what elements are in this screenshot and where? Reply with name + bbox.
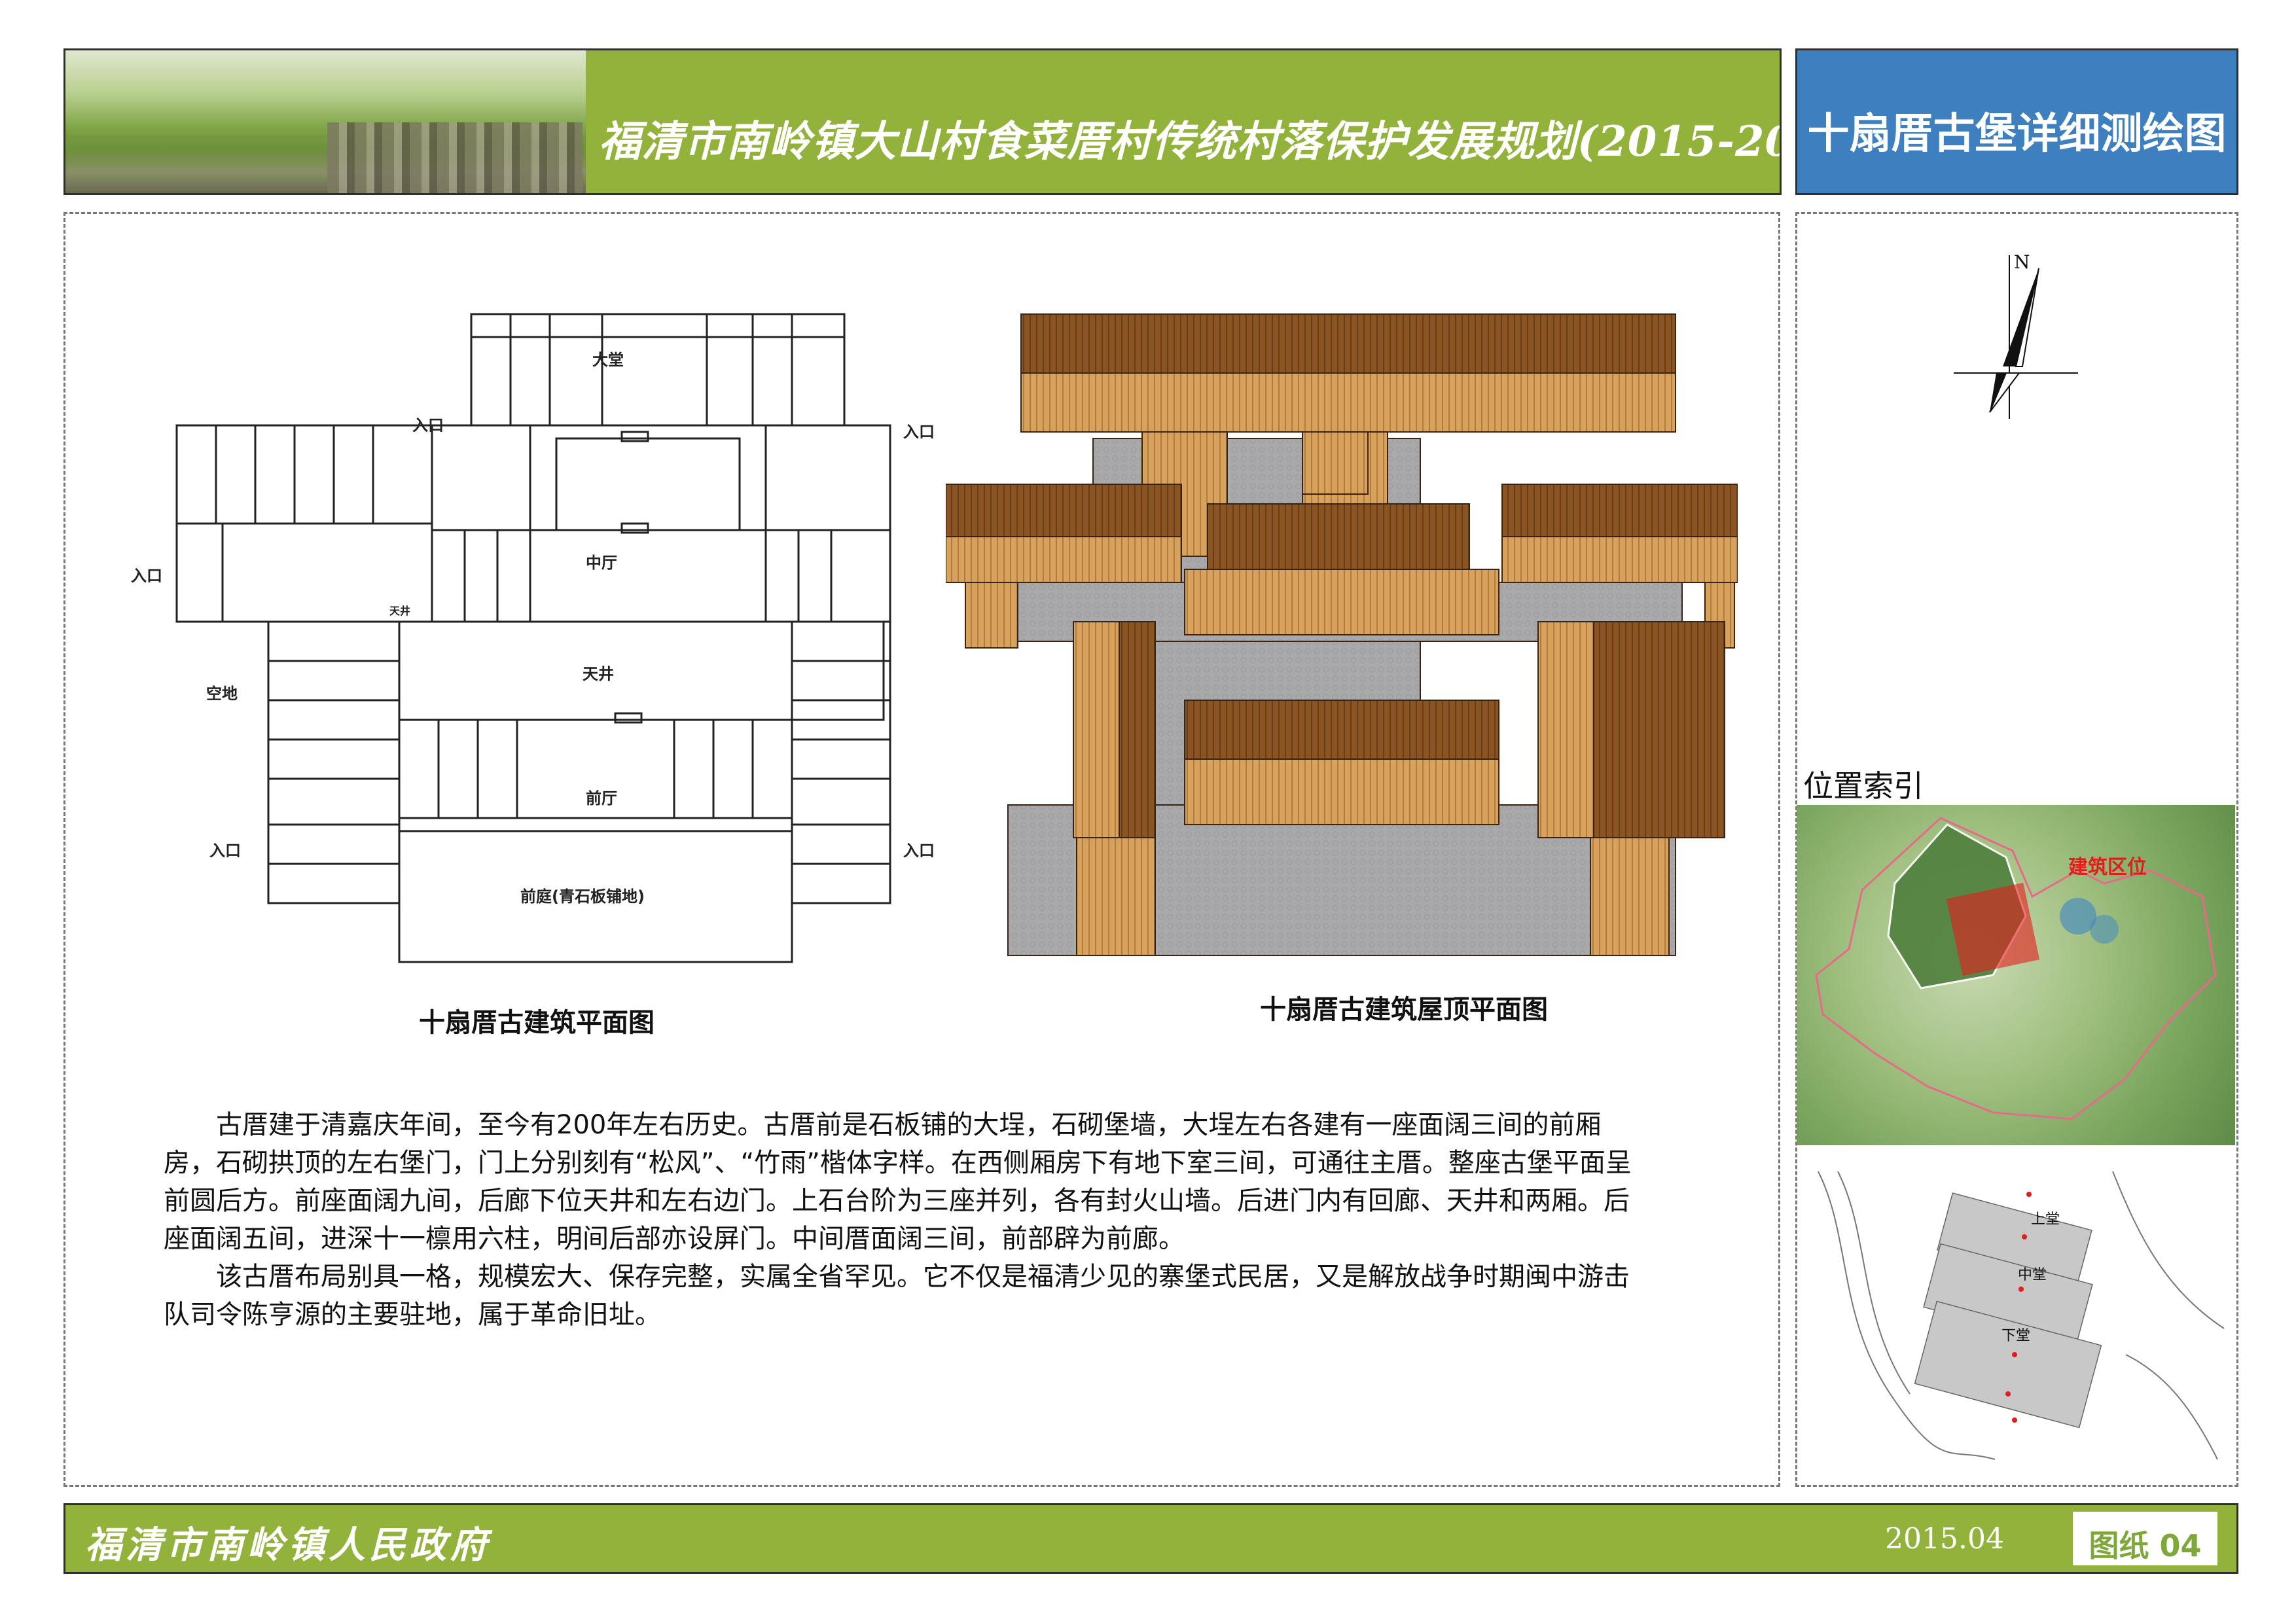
sheet-number: 图纸 04 bbox=[2089, 1528, 2202, 1563]
page-title: 福清市南岭镇大山村食菜厝村传统村落保护发展规划(2015-2030) bbox=[599, 117, 1782, 166]
label-entrance: 入口 bbox=[131, 567, 162, 585]
drawing-title-plate: 十扇厝古堡详细测绘图 bbox=[1795, 48, 2238, 195]
roof-plan-drawing bbox=[945, 313, 1738, 956]
north-arrow-icon: N bbox=[1954, 249, 2078, 425]
roof-plan-caption: 十扇厝古建筑屋顶平面图 bbox=[1260, 995, 1548, 1025]
label-entrance: 入口 bbox=[903, 423, 935, 441]
label-courtyard: 天井 bbox=[583, 665, 614, 683]
label-small-courtyard: 天井 bbox=[389, 605, 411, 617]
label-entrance: 入口 bbox=[903, 842, 935, 860]
site-plan: 上堂 中堂 下堂 bbox=[1799, 1158, 2231, 1463]
building-location-label: 建筑区位 bbox=[2068, 856, 2147, 879]
footer-date: 2015.04 bbox=[1885, 1522, 2004, 1556]
label-front-hall: 前厅 bbox=[586, 789, 617, 808]
header-landscape-photo bbox=[65, 50, 586, 193]
floor-plan-drawing bbox=[175, 313, 891, 963]
floor-plan: 大堂 中厅 天井 前厅 前庭(青石板铺地) 空地 天井 入口 入口 入口 入口 … bbox=[131, 308, 935, 982]
label-entrance: 入口 bbox=[209, 842, 241, 860]
label-main-hall: 大堂 bbox=[592, 351, 624, 369]
floor-plan-caption: 十扇厝古建筑平面图 bbox=[419, 1008, 655, 1038]
label-middle-hall: 中厅 bbox=[586, 554, 617, 572]
site-label-upper-hall: 上堂 bbox=[2031, 1211, 2060, 1228]
site-label-middle-hall: 中堂 bbox=[2018, 1267, 2047, 1283]
location-index-title: 位置索引 bbox=[1803, 768, 1924, 804]
description-paragraph: 该古厝布局别具一格，规模宏大、保存完整，实属全省罕见。它不仅是福清少见的寨堡式民… bbox=[164, 1262, 1630, 1330]
site-label-lower-hall: 下堂 bbox=[2001, 1328, 2030, 1344]
sheet-number-box: 图纸 04 bbox=[2072, 1510, 2219, 1567]
label-entrance: 入口 bbox=[412, 416, 444, 435]
north-letter: N bbox=[2014, 251, 2030, 273]
roof-plan bbox=[945, 308, 1738, 962]
label-open-ground: 空地 bbox=[206, 685, 238, 703]
header-bar: 福清市南岭镇大山村食菜厝村传统村落保护发展规划(2015-2030) bbox=[63, 48, 1782, 195]
description-paragraph: 古厝建于清嘉庆年间，至今有200年左右历史。古厝前是石板铺的大埕，石砌堡墙，大埕… bbox=[164, 1110, 1632, 1254]
footer-organization: 福清市南岭镇人民政府 bbox=[85, 1523, 491, 1567]
location-map bbox=[1797, 805, 2235, 1145]
drawing-title: 十扇厝古堡详细测绘图 bbox=[1807, 110, 2227, 158]
description-text: 古厝建于清嘉庆年间，至今有200年左右历史。古厝前是石板铺的大埕，石砌堡墙，大埕… bbox=[164, 1106, 1649, 1334]
label-front-yard: 前庭(青石板铺地) bbox=[520, 887, 645, 906]
